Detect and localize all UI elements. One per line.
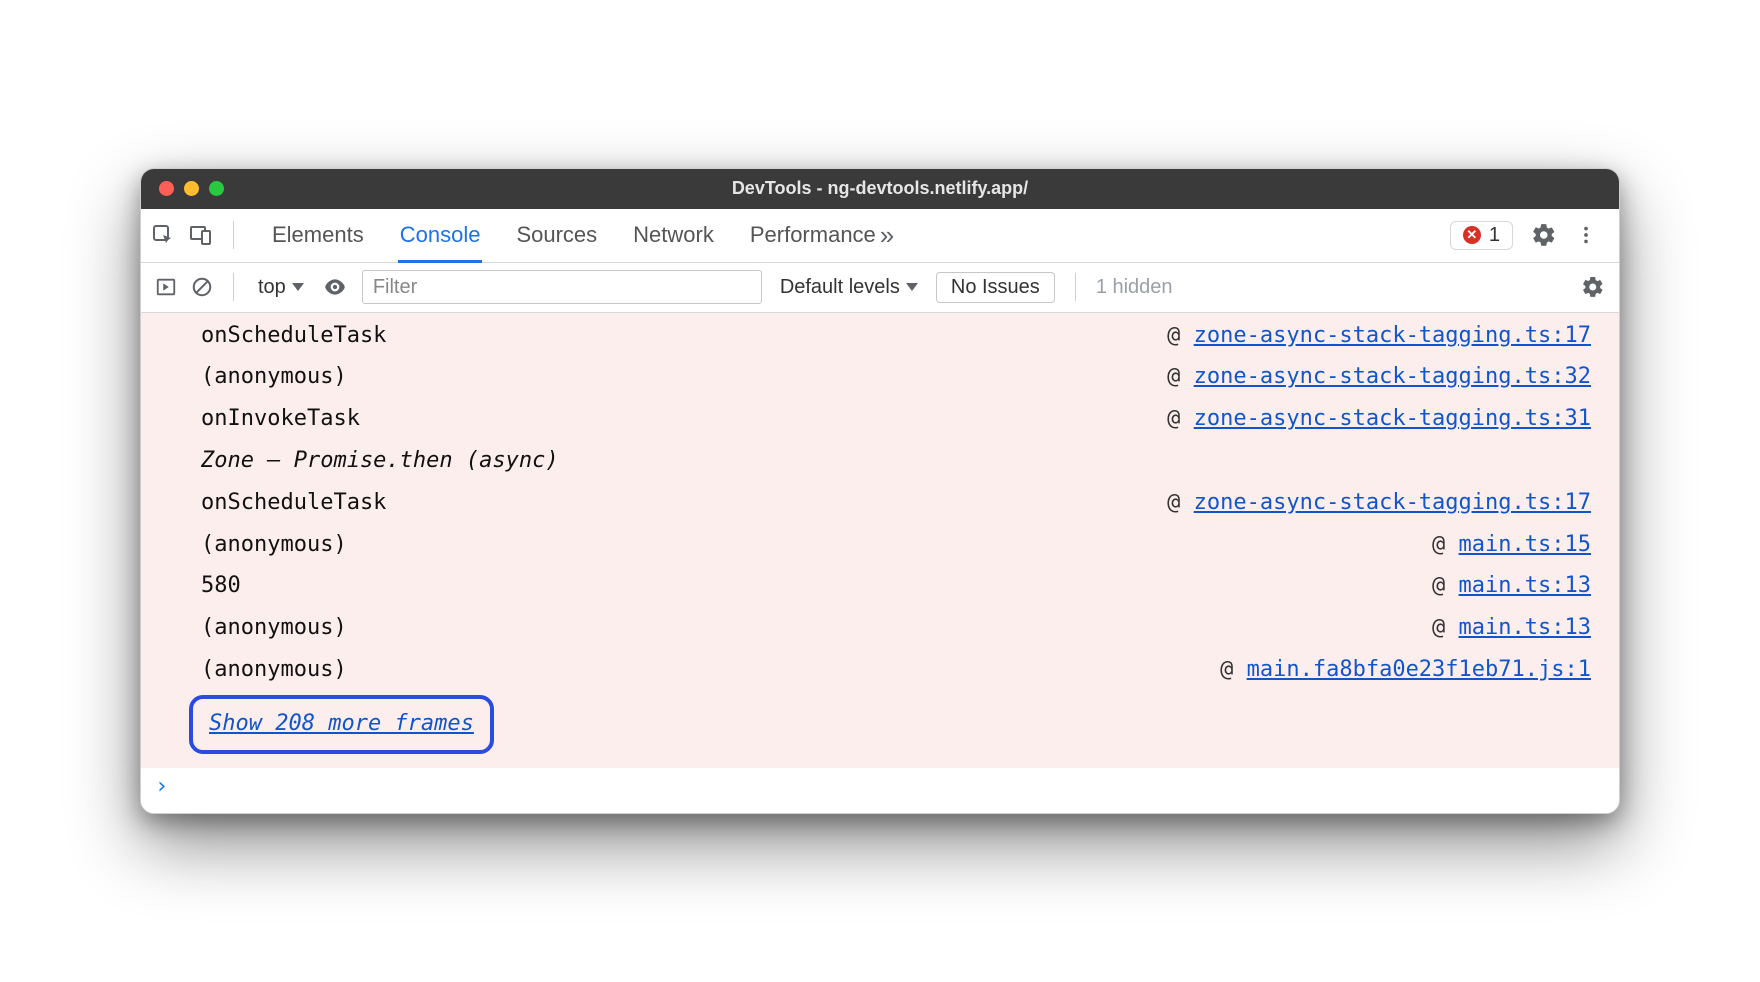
stack-frame-source-link[interactable]: zone-async-stack-tagging.ts:31 [1194, 398, 1591, 440]
close-window-button[interactable] [159, 181, 174, 196]
separator [1075, 273, 1076, 301]
more-tabs-icon[interactable]: » [880, 220, 894, 251]
stack-frame-function: (anonymous) [201, 524, 347, 566]
separator [233, 273, 234, 301]
window-controls [141, 181, 224, 196]
stack-frame: (anonymous) @ zone-async-stack-tagging.ts… [141, 356, 1619, 398]
error-count-pill[interactable]: ✕ 1 [1450, 221, 1513, 250]
stack-frame-function: onScheduleTask [201, 315, 386, 357]
stack-frame-at: @ [1432, 565, 1459, 607]
separator [233, 221, 234, 249]
stack-frame-at: @ [1167, 482, 1194, 524]
show-more-frames-highlight: Show 208 more frames [189, 695, 494, 755]
device-toolbar-icon[interactable] [189, 223, 213, 247]
stack-frame-function: Zone — Promise.then (async) [201, 440, 559, 482]
error-count: 1 [1489, 224, 1500, 247]
stack-frame-at: @ [1167, 356, 1194, 398]
stack-frame-at: @ [1432, 524, 1459, 566]
stack-frame: onInvokeTask @ zone-async-stack-tagging.t… [141, 398, 1619, 440]
stack-frame: (anonymous) @ main.ts:13 [141, 607, 1619, 649]
window-title: DevTools - ng-devtools.netlify.app/ [141, 178, 1619, 199]
stack-frame: onScheduleTask @ zone-async-stack-tagging… [141, 482, 1619, 524]
stack-frame-source-link[interactable]: main.ts:15 [1459, 524, 1591, 566]
inspect-element-icon[interactable] [151, 223, 175, 247]
stack-frame: (anonymous) @ main.fa8bfa0e23f1eb71.js:1 [141, 649, 1619, 691]
stack-frame-function: (anonymous) [201, 607, 347, 649]
stack-frame: (anonymous) @ main.ts:15 [141, 524, 1619, 566]
show-more-frames-link[interactable]: Show 208 more frames [209, 711, 474, 736]
stack-frame-at: @ [1167, 315, 1194, 357]
hidden-messages-label[interactable]: 1 hidden [1096, 276, 1173, 299]
tab-elements[interactable]: Elements [272, 209, 364, 262]
stack-frame-function: (anonymous) [201, 649, 347, 691]
dropdown-caret-icon [292, 283, 304, 291]
stack-frame-function: onInvokeTask [201, 398, 360, 440]
console-toolbar: top Default levels No Issues 1 hidden [141, 263, 1619, 313]
issues-button[interactable]: No Issues [936, 272, 1055, 303]
error-icon: ✕ [1463, 226, 1481, 244]
prompt-chevron-icon: › [155, 774, 168, 799]
live-expression-icon[interactable] [322, 274, 348, 300]
stack-frame-function: onScheduleTask [201, 482, 386, 524]
stack-frame-source-link[interactable]: main.ts:13 [1459, 607, 1591, 649]
stack-frame-at: @ [1167, 398, 1194, 440]
dropdown-caret-icon [906, 283, 918, 291]
stack-frame-function: (anonymous) [201, 356, 347, 398]
console-settings-gear-icon[interactable] [1581, 275, 1605, 299]
stack-frame-source-link[interactable]: zone-async-stack-tagging.ts:32 [1194, 356, 1591, 398]
context-label: top [258, 276, 286, 299]
stack-frame-source-link[interactable]: main.ts:13 [1459, 565, 1591, 607]
tab-sources[interactable]: Sources [516, 209, 597, 262]
context-selector[interactable]: top [254, 274, 308, 301]
stack-frame-source-link[interactable]: main.fa8bfa0e23f1eb71.js:1 [1247, 649, 1591, 691]
filter-input[interactable] [362, 270, 762, 304]
stack-frame-source-link[interactable]: zone-async-stack-tagging.ts:17 [1194, 482, 1591, 524]
tab-network[interactable]: Network [633, 209, 714, 262]
panel-tabstrip: Elements Console Sources Network Performance… [141, 209, 1619, 263]
clear-console-icon[interactable] [191, 276, 213, 298]
titlebar: DevTools - ng-devtools.netlify.app/ [141, 169, 1619, 209]
console-prompt[interactable]: › [141, 768, 1619, 813]
stack-frame-function: 580 [201, 565, 241, 607]
stack-frame-source-link[interactable]: zone-async-stack-tagging.ts:17 [1194, 315, 1591, 357]
stack-frame-at: @ [1220, 649, 1247, 691]
console-output: onScheduleTask @ zone-async-stack-tagging… [141, 313, 1619, 769]
stack-frame: Zone — Promise.then (async) [141, 440, 1619, 482]
issues-label: No Issues [951, 276, 1040, 298]
devtools-window: DevTools - ng-devtools.netlify.app/ [140, 168, 1620, 815]
toggle-sidebar-icon[interactable] [155, 276, 177, 298]
stack-frame: 580 @ main.ts:13 [141, 565, 1619, 607]
tab-performance[interactable]: Performance [750, 209, 876, 262]
stack-frame: onScheduleTask @ zone-async-stack-tagging… [141, 315, 1619, 357]
tab-console[interactable]: Console [400, 209, 481, 262]
log-levels-selector[interactable]: Default levels [776, 274, 922, 301]
stack-frame-at: @ [1432, 607, 1459, 649]
minimize-window-button[interactable] [184, 181, 199, 196]
kebab-menu-icon[interactable] [1575, 224, 1597, 246]
settings-gear-icon[interactable] [1531, 222, 1557, 248]
log-levels-label: Default levels [780, 276, 900, 299]
zoom-window-button[interactable] [209, 181, 224, 196]
